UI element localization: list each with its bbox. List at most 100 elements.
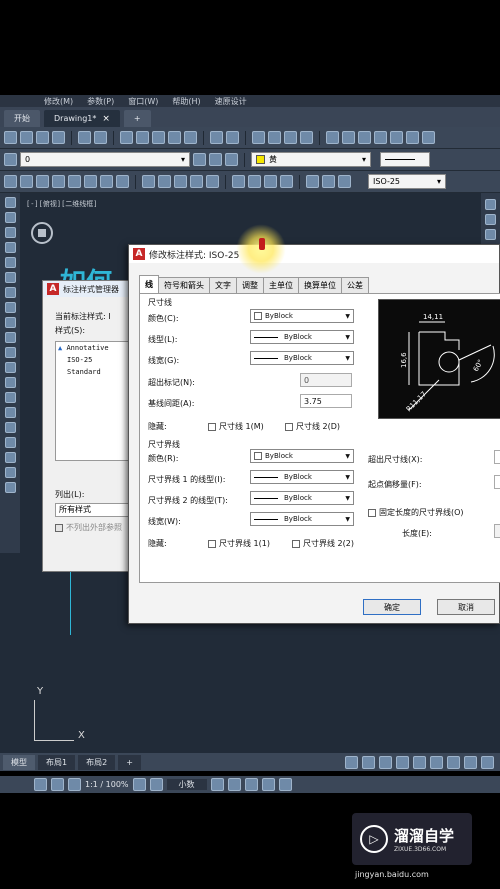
viewport-controls-label[interactable]: [-][俯视][二维线框] — [26, 199, 98, 209]
revision-cloud-icon[interactable] — [4, 302, 16, 313]
selection-cycling-icon[interactable] — [481, 755, 494, 769]
ext1-linetype-select[interactable]: ByBlock ▼ — [250, 470, 354, 484]
ortho-icon[interactable] — [379, 755, 392, 769]
dim-edit-icon[interactable] — [306, 175, 319, 188]
units-display[interactable]: 小数 — [166, 779, 207, 790]
extend-ticks-input[interactable]: 0 — [300, 373, 352, 387]
grid-icon[interactable] — [345, 755, 358, 769]
tab-drawing1[interactable]: Drawing1* × — [44, 110, 120, 127]
zoom-realtime-icon[interactable] — [268, 131, 281, 144]
layer-state-icon[interactable] — [225, 153, 238, 166]
center-mark-icon[interactable] — [248, 175, 261, 188]
new-tab-button[interactable]: + — [123, 110, 151, 127]
tab-start[interactable]: 开始 — [4, 110, 40, 127]
otrack-icon[interactable] — [430, 755, 443, 769]
paste-icon[interactable] — [152, 131, 165, 144]
dim-text-edit-icon[interactable] — [322, 175, 335, 188]
suppress-dim-line-2-checkbox[interactable]: 尺寸线 2(D) — [285, 421, 340, 432]
print-icon[interactable] — [78, 131, 91, 144]
point-icon[interactable] — [4, 392, 16, 403]
erase-icon[interactable] — [485, 199, 496, 210]
dimstyle-combo[interactable]: ISO-25 ▾ — [368, 174, 446, 189]
save-icon[interactable] — [36, 131, 49, 144]
extend-beyond-input[interactable] — [494, 450, 500, 464]
dim-break-icon[interactable] — [206, 175, 219, 188]
lock-ui-icon[interactable] — [227, 778, 241, 791]
ellipse-icon[interactable] — [4, 332, 16, 343]
polyline-icon[interactable] — [4, 227, 16, 238]
mirror-icon[interactable] — [485, 229, 496, 240]
menu-item-help[interactable]: 帮助(H) — [172, 96, 200, 107]
make-block-icon[interactable] — [4, 377, 16, 388]
snap-icon[interactable] — [362, 755, 375, 769]
list-filter-select[interactable]: 所有样式 — [55, 503, 130, 517]
annotation-visibility-icon[interactable] — [51, 778, 64, 791]
tolerance-icon[interactable] — [232, 175, 245, 188]
cut-icon[interactable] — [120, 131, 133, 144]
undo-icon[interactable] — [210, 131, 223, 144]
close-icon[interactable]: × — [102, 114, 110, 124]
gear-icon[interactable] — [132, 778, 146, 791]
match-properties-icon[interactable] — [168, 131, 181, 144]
menu-item-window[interactable]: 窗口(W) — [128, 96, 158, 107]
color-combo[interactable]: 黄 ▾ — [251, 152, 371, 167]
suppress-ext-line-1-checkbox[interactable]: 尺寸界线 1(1) — [208, 538, 270, 549]
tab-fit[interactable]: 调整 — [236, 277, 264, 293]
help-icon[interactable] — [422, 131, 435, 144]
inspection-icon[interactable] — [264, 175, 277, 188]
radius-dim-icon[interactable] — [68, 175, 81, 188]
navigation-wheel-icon[interactable] — [31, 222, 53, 244]
dim-lineweight-select[interactable]: ByBlock ▼ — [250, 351, 354, 365]
ext-color-select[interactable]: ByBlock ▼ — [250, 449, 354, 463]
ext2-linetype-select[interactable]: ByBlock ▼ — [250, 491, 354, 505]
zoom-window-icon[interactable] — [284, 131, 297, 144]
polar-icon[interactable] — [396, 755, 409, 769]
layer-previous-icon[interactable] — [209, 153, 222, 166]
tab-alternate-units[interactable]: 换算单位 — [298, 277, 342, 293]
quick-properties-icon[interactable] — [210, 778, 224, 791]
suppress-dim-line-1-checkbox[interactable]: 尺寸线 1(M) — [208, 421, 264, 432]
jogged-dim-icon[interactable] — [84, 175, 97, 188]
auto-scale-icon[interactable] — [68, 778, 81, 791]
dim-color-select[interactable]: ByBlock ▼ — [250, 309, 354, 323]
save-as-icon[interactable] — [52, 131, 65, 144]
tab-layout2[interactable]: 布局2 — [78, 754, 116, 770]
construction-line-icon[interactable] — [4, 212, 16, 223]
arc-icon[interactable] — [4, 272, 16, 283]
plus-icon[interactable] — [149, 778, 163, 791]
copy-icon[interactable] — [136, 131, 149, 144]
rectangle-icon[interactable] — [4, 257, 16, 268]
make-current-layer-icon[interactable] — [193, 153, 206, 166]
list-item[interactable]: ISO-25 — [58, 356, 127, 368]
sheet-set-icon[interactable] — [374, 131, 387, 144]
linetype-combo[interactable] — [380, 152, 430, 167]
region-icon[interactable] — [4, 437, 16, 448]
tab-lines[interactable]: 线 — [139, 275, 159, 293]
copy-object-icon[interactable] — [485, 214, 496, 225]
insert-block-icon[interactable] — [4, 362, 16, 373]
layer-combo[interactable]: 0 ▾ — [20, 152, 190, 167]
transparency-icon[interactable] — [464, 755, 477, 769]
multiline-text-icon[interactable] — [4, 467, 16, 478]
arc-length-icon[interactable] — [36, 175, 49, 188]
spline-icon[interactable] — [4, 317, 16, 328]
origin-offset-input[interactable] — [494, 475, 500, 489]
list-item[interactable]: ▲ Annotative — [58, 344, 127, 356]
osnap-icon[interactable] — [413, 755, 426, 769]
open-file-icon[interactable] — [20, 131, 33, 144]
brush-icon[interactable] — [184, 131, 197, 144]
add-selected-icon[interactable] — [4, 482, 16, 493]
circle-icon[interactable] — [4, 287, 16, 298]
aligned-dim-icon[interactable] — [20, 175, 33, 188]
plot-preview-icon[interactable] — [94, 131, 107, 144]
continue-dim-icon[interactable] — [174, 175, 187, 188]
pan-icon[interactable] — [252, 131, 265, 144]
baseline-dim-icon[interactable] — [158, 175, 171, 188]
tab-model[interactable]: 模型 — [3, 754, 35, 770]
fixed-length-checkbox[interactable]: 固定长度的尺寸界线(O) — [368, 507, 464, 518]
markup-icon[interactable] — [390, 131, 403, 144]
tool-palettes-icon[interactable] — [358, 131, 371, 144]
ext-lineweight-select[interactable]: ByBlock ▼ — [250, 512, 354, 526]
length-input[interactable] — [494, 524, 500, 538]
table-icon[interactable] — [4, 452, 16, 463]
